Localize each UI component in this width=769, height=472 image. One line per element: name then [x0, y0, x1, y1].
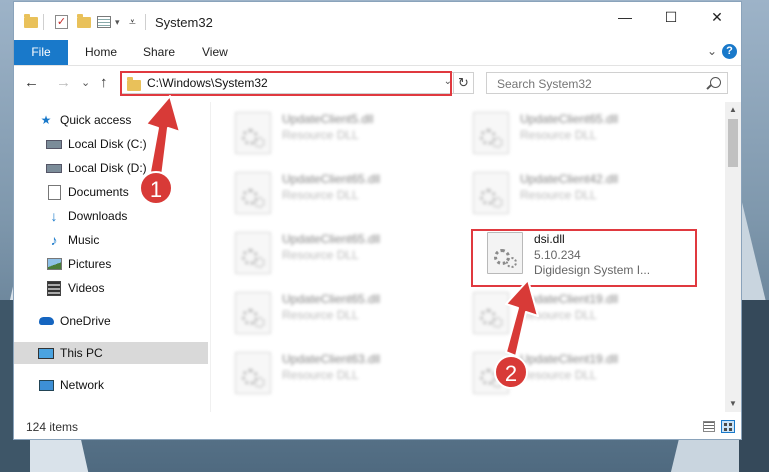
arrow-2: [505, 279, 539, 357]
step-badge-2: 2: [494, 355, 528, 389]
arrow-1: [145, 95, 181, 177]
annotation-arrows: [145, 95, 539, 357]
step-badge-1: 1: [139, 171, 173, 205]
